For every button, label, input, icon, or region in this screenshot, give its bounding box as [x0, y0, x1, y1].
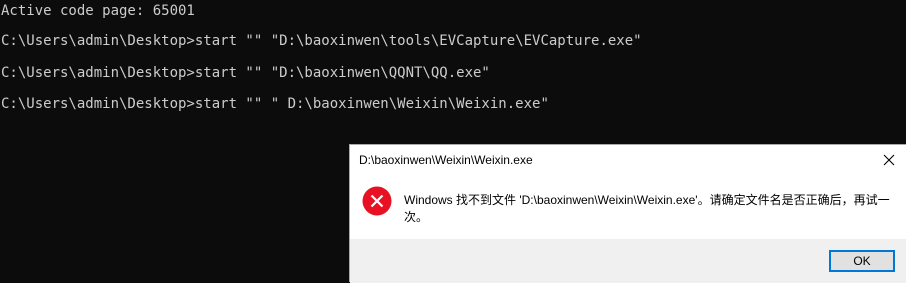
- console-line-codepage: Active code page: 65001: [1, 3, 195, 19]
- console-line-command: C:\Users\admin\Desktop>start "" "D:\baox…: [1, 65, 490, 81]
- ok-button[interactable]: OK: [829, 250, 895, 272]
- dialog-title: D:\baoxinwen\Weixin\Weixin.exe: [359, 153, 533, 167]
- close-icon: [883, 154, 895, 165]
- console-line-command: C:\Users\admin\Desktop>start "" " D:\bao…: [1, 96, 549, 112]
- error-message: Windows 找不到文件 'D:\baoxinwen\Weixin\Weixi…: [404, 193, 890, 224]
- dialog-footer: OK: [350, 239, 906, 283]
- error-dialog: D:\baoxinwen\Weixin\Weixin.exe Windows 找…: [349, 144, 906, 283]
- console-line-command: C:\Users\admin\Desktop>start "" "D:\baox…: [1, 33, 642, 49]
- error-icon: [362, 186, 392, 216]
- close-button[interactable]: [872, 145, 906, 174]
